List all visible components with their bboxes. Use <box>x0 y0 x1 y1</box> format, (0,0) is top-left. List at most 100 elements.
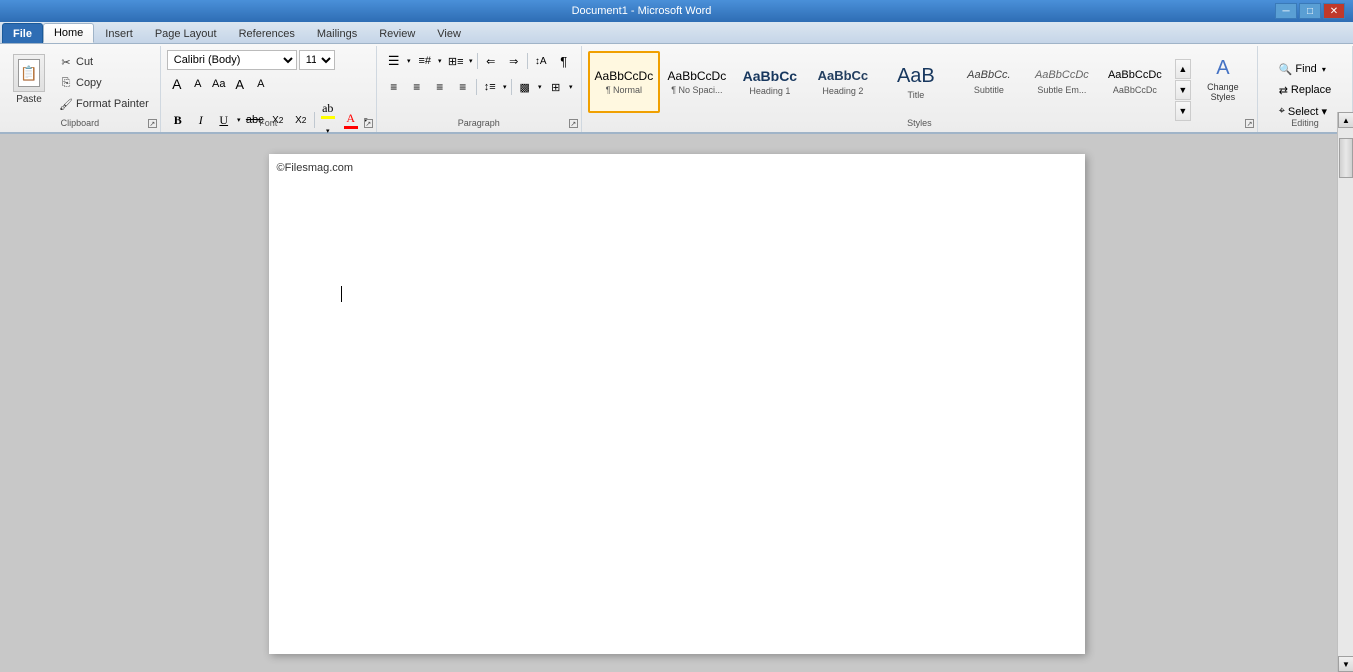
separator3 <box>527 53 528 69</box>
numbered-dropdown: ≡# ▾ <box>414 50 444 72</box>
document-page[interactable]: ©Filesmag.com <box>269 154 1085 654</box>
clipboard-small-buttons: ✂ Cut ⎘ Copy 🖌 Format Painter <box>54 52 154 114</box>
find-label: Find <box>1295 63 1316 75</box>
align-center-button[interactable]: ≡ <box>406 76 428 98</box>
decrease-indent-button[interactable]: ⇐ <box>480 50 502 72</box>
paragraph-expand-button[interactable]: ↗ <box>569 119 578 128</box>
tab-mailings[interactable]: Mailings <box>306 23 368 43</box>
bullets-dropdown-arrow[interactable]: ▾ <box>405 51 413 71</box>
separator5 <box>511 79 512 95</box>
copy-button[interactable]: ⎘ Copy <box>54 73 154 93</box>
style-heading2[interactable]: AaBbCc Heading 2 <box>807 51 879 113</box>
cut-button[interactable]: ✂ Cut <box>54 52 154 72</box>
highlight-icon: ab <box>321 101 335 119</box>
clipboard-group-label: Clipboard <box>0 118 160 128</box>
style-heading2-preview: AaBbCc <box>818 68 869 84</box>
shading-arrow[interactable]: ▾ <box>536 77 544 97</box>
align-right-button[interactable]: ≡ <box>429 76 451 98</box>
styles-gallery: AaBbCcDc ¶ Normal AaBbCcDc ¶ No Spaci...… <box>586 48 1173 116</box>
styles-expand-button[interactable]: ↗ <box>1245 119 1254 128</box>
show-hide-button[interactable]: ¶ <box>553 50 575 72</box>
format-painter-icon: 🖌 <box>59 97 73 111</box>
tab-page-layout[interactable]: Page Layout <box>144 23 228 43</box>
tab-view[interactable]: View <box>426 23 472 43</box>
multilevel-dropdown-arrow[interactable]: ▾ <box>467 51 475 71</box>
paste-button[interactable]: 📋 Paste <box>6 50 52 109</box>
styles-group-label: Styles <box>582 118 1257 128</box>
style-subtle-em[interactable]: AaBbCcDc Subtle Em... <box>1026 51 1098 113</box>
styles-scroll-up[interactable]: ▲ <box>1175 59 1191 79</box>
binoculars-icon: 🔍 <box>1279 63 1293 76</box>
font-group: Calibri (Body) 11 A A Aa A A B I U ▾ <box>161 46 377 132</box>
text-effects-button[interactable]: A <box>251 74 271 94</box>
paragraph-group-label: Paragraph <box>377 118 581 128</box>
case-button[interactable]: Aa <box>209 74 229 94</box>
borders-dropdown: ⊞ ▾ <box>545 76 575 98</box>
line-spacing-button[interactable]: ↕≡ <box>479 76 501 98</box>
document-watermark: ©Filesmag.com <box>277 162 354 174</box>
style-title[interactable]: AaB Title <box>880 51 952 113</box>
copy-icon: ⎘ <box>59 76 73 90</box>
style-heading1[interactable]: AaBbCc Heading 1 <box>734 51 806 113</box>
borders-arrow[interactable]: ▾ <box>567 77 575 97</box>
style-subtle-em-preview: AaBbCcDc <box>1035 69 1089 82</box>
borders-button[interactable]: ⊞ <box>545 76 567 98</box>
multilevel-list-button[interactable]: ⊞≡ <box>445 50 467 72</box>
document-area[interactable]: ©Filesmag.com <box>0 134 1353 672</box>
ribbon-tabs: File Home Insert Page Layout References … <box>0 22 1353 44</box>
increase-indent-button[interactable]: ⇒ <box>503 50 525 72</box>
font-size-select[interactable]: 11 <box>299 50 335 70</box>
bullets-button[interactable]: ☰ <box>383 50 405 72</box>
justify-button[interactable]: ≡ <box>452 76 474 98</box>
document-content[interactable] <box>341 226 1013 302</box>
clipboard-group: 📋 Paste ✂ Cut ⎘ Copy 🖌 Format Painter <box>0 46 161 132</box>
style-emphasis[interactable]: AaBbCcDc AaBbCcDc <box>1099 51 1171 113</box>
numbered-dropdown-arrow[interactable]: ▾ <box>436 51 444 71</box>
maximize-button[interactable]: □ <box>1299 3 1321 19</box>
style-no-spacing-preview: AaBbCcDc <box>668 69 727 83</box>
font-family-select[interactable]: Calibri (Body) <box>167 50 297 70</box>
align-left-button[interactable]: ≡ <box>383 76 405 98</box>
copy-label: Copy <box>76 77 102 89</box>
style-subtitle[interactable]: AaBbCc. Subtitle <box>953 51 1025 113</box>
shrink-font-button[interactable]: A <box>188 74 208 94</box>
find-button[interactable]: 🔍 Find ▾ <box>1272 60 1339 79</box>
style-title-preview: AaB <box>897 64 935 88</box>
tab-insert[interactable]: Insert <box>94 23 144 43</box>
styles-scroll-down[interactable]: ▼ <box>1175 80 1191 100</box>
scrollbar-thumb[interactable] <box>1339 138 1353 178</box>
close-button[interactable]: ✕ <box>1323 3 1345 19</box>
change-styles-button[interactable]: A Change Styles <box>1193 48 1253 110</box>
shading-button[interactable]: ▩ <box>514 76 536 98</box>
text-cursor <box>341 286 342 302</box>
styles-group: AaBbCcDc ¶ Normal AaBbCcDc ¶ No Spaci...… <box>582 46 1258 132</box>
format-painter-label: Format Painter <box>76 98 149 110</box>
replace-button[interactable]: ⇄ Replace <box>1272 81 1339 100</box>
tab-home[interactable]: Home <box>43 23 94 43</box>
title-bar: Document1 - Microsoft Word ─ □ ✕ <box>0 0 1353 22</box>
minimize-button[interactable]: ─ <box>1275 3 1297 19</box>
grow-font-button[interactable]: A <box>167 74 187 94</box>
find-dropdown-arrow[interactable]: ▾ <box>1322 65 1326 74</box>
scrollbar-track[interactable] <box>1338 128 1353 656</box>
clear-format-button[interactable]: A <box>230 74 250 94</box>
tab-review[interactable]: Review <box>368 23 426 43</box>
cut-icon: ✂ <box>59 55 73 69</box>
line-spacing-arrow[interactable]: ▾ <box>501 77 509 97</box>
font-expand-button[interactable]: ↗ <box>364 119 373 128</box>
style-normal[interactable]: AaBbCcDc ¶ Normal <box>588 51 660 113</box>
tab-file[interactable]: File <box>2 23 43 43</box>
sort-button[interactable]: ↕A <box>530 50 552 72</box>
style-subtitle-label: Subtitle <box>974 85 1004 95</box>
style-subtle-em-label: Subtle Em... <box>1037 85 1086 95</box>
scroll-down-button[interactable]: ▼ <box>1338 656 1353 672</box>
clipboard-expand-button[interactable]: ↗ <box>148 119 157 128</box>
tab-references[interactable]: References <box>228 23 306 43</box>
style-normal-label: ¶ Normal <box>606 85 642 95</box>
format-painter-button[interactable]: 🖌 Format Painter <box>54 94 154 114</box>
numbered-list-button[interactable]: ≡# <box>414 50 436 72</box>
style-no-spacing[interactable]: AaBbCcDc ¶ No Spaci... <box>661 51 733 113</box>
title-bar-text: Document1 - Microsoft Word <box>8 5 1275 17</box>
scroll-up-button[interactable]: ▲ <box>1338 112 1353 128</box>
shading-dropdown: ▩ ▾ <box>514 76 544 98</box>
